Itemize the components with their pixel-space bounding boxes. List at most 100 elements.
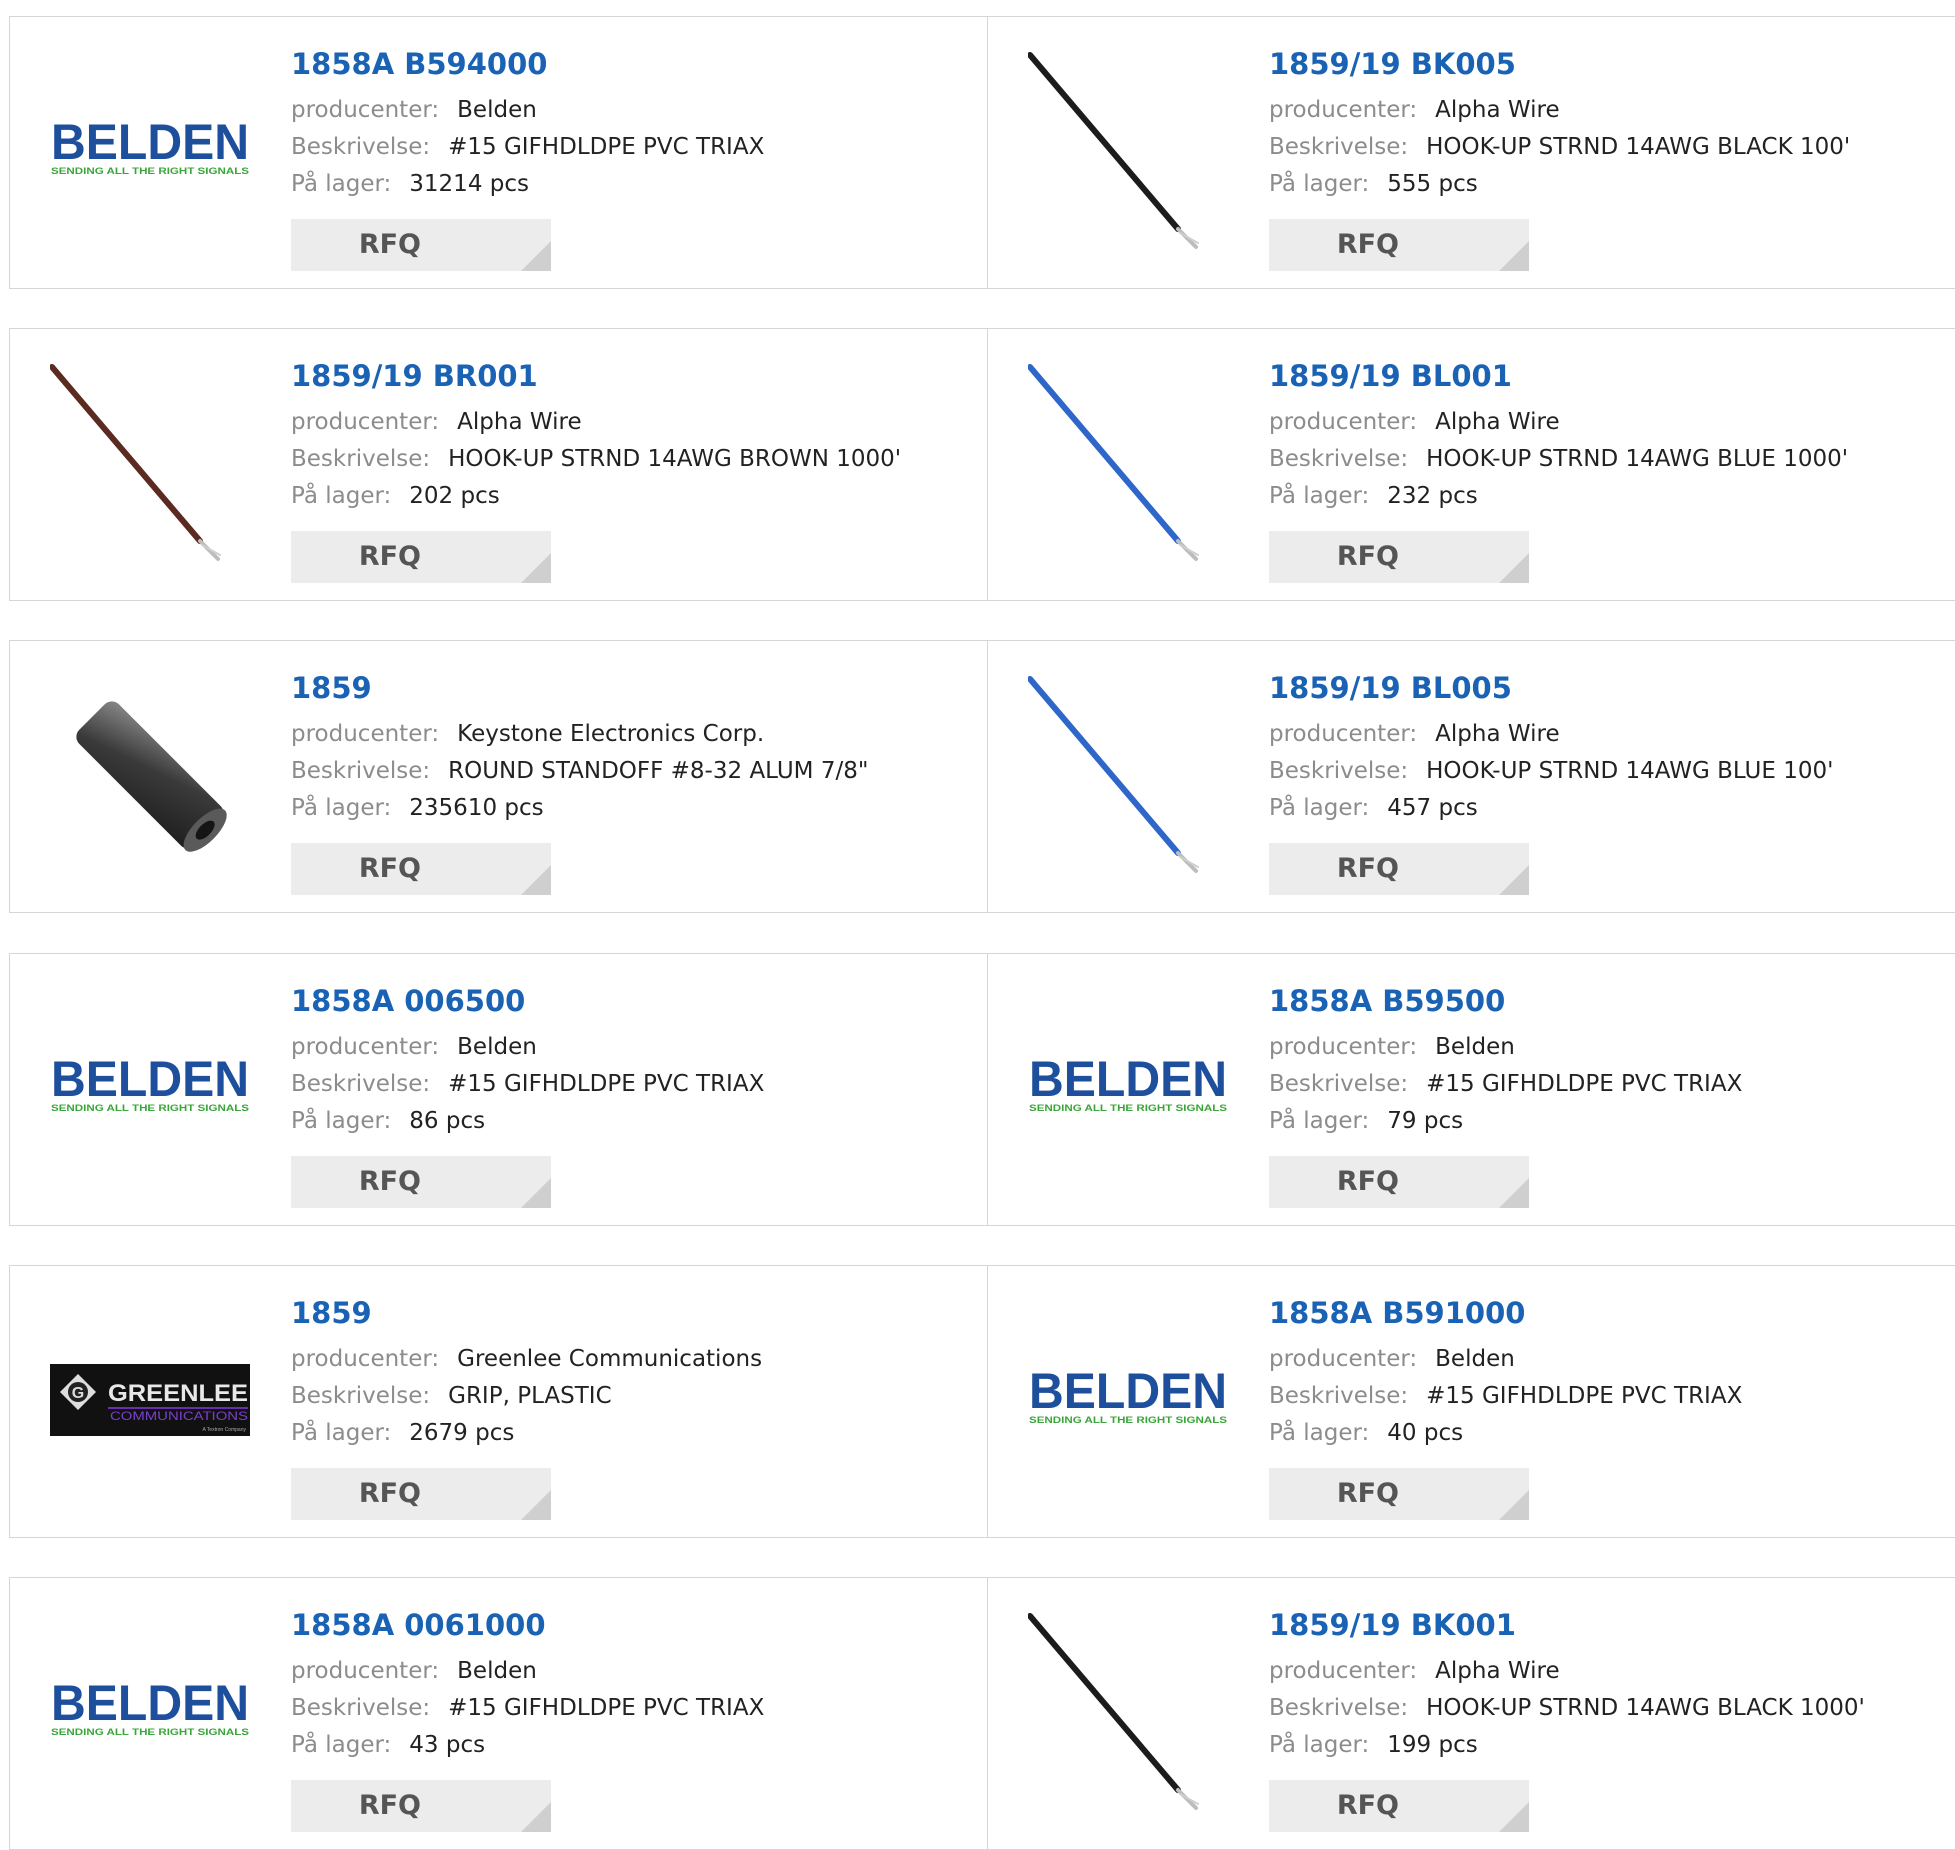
part-number-link[interactable]: 1858A 006500 <box>291 983 764 1019</box>
product-image[interactable] <box>1028 1612 1228 1812</box>
manufacturer-value: Belden <box>1435 1346 1515 1372</box>
product-image[interactable]: BELDEN SENDING ALL THE RIGHT SIGNALS <box>1028 1300 1228 1500</box>
product-image[interactable]: BELDEN SENDING ALL THE RIGHT SIGNALS <box>50 51 250 251</box>
part-number-link[interactable]: 1858A B594000 <box>291 46 764 82</box>
part-number-link[interactable]: 1858A B59500 <box>1269 983 1742 1019</box>
part-number-link[interactable]: 1859/19 BK001 <box>1269 1607 1865 1643</box>
part-number-link[interactable]: 1858A B591000 <box>1269 1295 1742 1331</box>
product-card: 1859/19 BR001 producenter: Alpha Wire Beskr… <box>10 329 988 600</box>
stock-value: 2679 pcs <box>409 1420 515 1446</box>
part-number-link[interactable]: 1859 <box>291 670 868 706</box>
description-label: Beskrivelse: <box>1269 758 1409 784</box>
description-label: Beskrivelse: <box>291 446 431 472</box>
product-image[interactable]: BELDEN SENDING ALL THE RIGHT SIGNALS <box>50 1612 250 1812</box>
corner-triangle-icon <box>521 1490 551 1520</box>
greenlee-logo-sub: COMMUNICATIONS <box>110 1409 248 1423</box>
rfq-label: RFQ <box>358 1166 421 1197</box>
description-line: Beskrivelse: HOOK-UP STRND 14AWG BLACK 10… <box>1269 1690 1865 1727</box>
rfq-label: RFQ <box>1336 229 1399 260</box>
rfq-button[interactable]: RFQ <box>291 1156 551 1208</box>
rfq-button[interactable]: RFQ <box>291 1780 551 1832</box>
stock-line: På lager: 457 pcs <box>1269 790 1833 827</box>
description-label: Beskrivelse: <box>291 1071 431 1097</box>
rfq-button[interactable]: RFQ <box>1269 531 1529 583</box>
rfq-button[interactable]: RFQ <box>291 219 551 271</box>
manufacturer-label: producenter: <box>1269 1346 1418 1372</box>
product-image[interactable]: G GREENLEE COMMUNICATIONS A Textron Company <box>50 1300 250 1500</box>
description-label: Beskrivelse: <box>291 1383 431 1409</box>
description-line: Beskrivelse: HOOK-UP STRND 14AWG BROWN 10… <box>291 441 901 478</box>
rfq-button[interactable]: RFQ <box>291 843 551 895</box>
rfq-button[interactable]: RFQ <box>1269 843 1529 895</box>
manufacturer-value: Alpha Wire <box>1435 1658 1560 1684</box>
product-image[interactable]: BELDEN SENDING ALL THE RIGHT SIGNALS <box>50 988 250 1188</box>
product-image[interactable] <box>1028 675 1228 875</box>
stock-label: På lager: <box>291 1732 392 1758</box>
standoff-icon <box>76 701 227 852</box>
manufacturer-line: producenter: Belden <box>1269 1029 1742 1066</box>
description-value: HOOK-UP STRND 14AWG BLACK 1000' <box>1426 1695 1865 1721</box>
wire-wire_brown-icon <box>50 364 221 561</box>
manufacturer-value: Belden <box>457 1034 537 1060</box>
part-number-link[interactable]: 1859/19 BR001 <box>291 358 901 394</box>
stock-value: 202 pcs <box>409 483 500 509</box>
product-image[interactable] <box>1028 363 1228 563</box>
manufacturer-line: producenter: Alpha Wire <box>1269 92 1850 129</box>
product-image[interactable] <box>50 363 250 563</box>
product-info: 1859/19 BL005 producenter: Alpha Wire Beskr… <box>1269 670 1833 895</box>
manufacturer-label: producenter: <box>1269 1034 1418 1060</box>
part-number-link[interactable]: 1859/19 BL001 <box>1269 358 1848 394</box>
product-grid: BELDEN SENDING ALL THE RIGHT SIGNALS 1858A… <box>0 0 1955 1850</box>
part-number-link[interactable]: 1859 <box>291 1295 762 1331</box>
description-value: #15 GIFHDLDPE PVC TRIAX <box>1426 1071 1743 1097</box>
product-card: BELDEN SENDING ALL THE RIGHT SIGNALS 1858A… <box>988 1266 1955 1537</box>
product-image[interactable] <box>1028 51 1228 251</box>
product-info: 1858A B59500 producenter: Belden Beskrivels… <box>1269 983 1742 1208</box>
stock-label: På lager: <box>291 1108 392 1134</box>
part-number-link[interactable]: 1858A 0061000 <box>291 1607 764 1643</box>
corner-triangle-icon <box>1499 241 1529 271</box>
rfq-button[interactable]: RFQ <box>1269 219 1529 271</box>
corner-triangle-icon <box>521 241 551 271</box>
product-image[interactable] <box>50 675 250 875</box>
product-info: 1858A B591000 producenter: Belden Beskrivel… <box>1269 1295 1742 1520</box>
product-image[interactable]: BELDEN SENDING ALL THE RIGHT SIGNALS <box>1028 988 1228 1188</box>
stock-line: På lager: 232 pcs <box>1269 478 1848 515</box>
part-number-link[interactable]: 1859/19 BK005 <box>1269 46 1850 82</box>
product-card: BELDEN SENDING ALL THE RIGHT SIGNALS 1858A… <box>10 1578 988 1849</box>
wire-wire_blue-icon <box>1028 364 1199 561</box>
stock-line: På lager: 31214 pcs <box>291 166 764 203</box>
rfq-button[interactable]: RFQ <box>291 531 551 583</box>
corner-triangle-icon <box>1499 865 1529 895</box>
corner-triangle-icon <box>521 865 551 895</box>
belden-logo-tagline: SENDING ALL THE RIGHT SIGNALS <box>1029 1103 1227 1113</box>
rfq-button[interactable]: RFQ <box>1269 1156 1529 1208</box>
stock-value: 199 pcs <box>1387 1732 1478 1758</box>
stock-value: 40 pcs <box>1387 1420 1464 1446</box>
product-row: G GREENLEE COMMUNICATIONS A Textron Company… <box>9 1265 1955 1538</box>
stock-line: På lager: 2679 pcs <box>291 1415 762 1452</box>
description-value: HOOK-UP STRND 14AWG BLACK 100' <box>1426 134 1851 160</box>
description-line: Beskrivelse: #15 GIFHDLDPE PVC TRIAX <box>291 1066 764 1103</box>
rfq-button[interactable]: RFQ <box>291 1468 551 1520</box>
stock-label: På lager: <box>1269 1108 1370 1134</box>
part-number-link[interactable]: 1859/19 BL005 <box>1269 670 1833 706</box>
stock-value: 43 pcs <box>409 1732 486 1758</box>
rfq-label: RFQ <box>358 229 421 260</box>
rfq-button[interactable]: RFQ <box>1269 1468 1529 1520</box>
product-row: 1859 producenter: Keystone Electronics Cor… <box>9 640 1955 913</box>
manufacturer-label: producenter: <box>291 1034 440 1060</box>
rfq-label: RFQ <box>1336 1790 1399 1821</box>
manufacturer-line: producenter: Keystone Electronics Corp. <box>291 716 868 753</box>
belden-logo-icon: BELDENSENDING ALL THE RIGHT SIGNALS <box>1029 1370 1227 1425</box>
description-line: Beskrivelse: HOOK-UP STRND 14AWG BLACK 10… <box>1269 129 1850 166</box>
product-info: 1859 producenter: Greenlee Communications B… <box>291 1295 762 1520</box>
product-row: BELDEN SENDING ALL THE RIGHT SIGNALS 1858A… <box>9 1577 1955 1850</box>
product-card: 1859/19 BL001 producenter: Alpha Wire Beskr… <box>988 329 1955 600</box>
stock-value: 79 pcs <box>1387 1108 1464 1134</box>
wire-wire_black-icon <box>1028 1613 1199 1810</box>
product-card: BELDEN SENDING ALL THE RIGHT SIGNALS 1858A… <box>10 17 988 288</box>
product-info: 1859/19 BL001 producenter: Alpha Wire Beskr… <box>1269 358 1848 583</box>
manufacturer-line: producenter: Alpha Wire <box>1269 404 1848 441</box>
rfq-button[interactable]: RFQ <box>1269 1780 1529 1832</box>
